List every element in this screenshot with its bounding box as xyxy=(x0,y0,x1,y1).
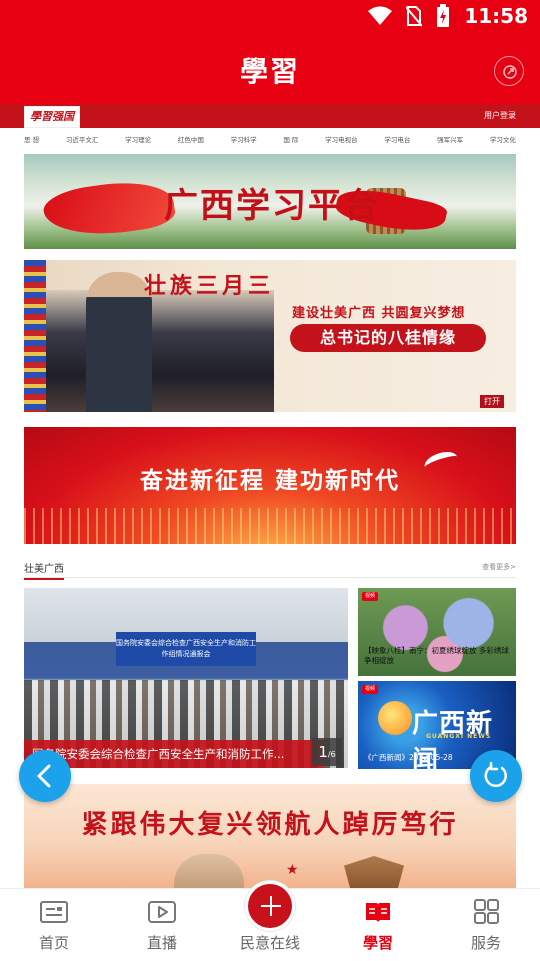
banner-zhuang-title: 壮族三月三 xyxy=(144,273,275,299)
tab-home[interactable]: 首页 xyxy=(0,889,108,961)
tab-label: 民意在线 xyxy=(239,934,300,952)
site-header: 學習强国 用户登录 xyxy=(0,104,540,128)
logo-subtext: GUANGXI NEWS xyxy=(426,733,492,740)
nav-item[interactable]: 国 际 xyxy=(283,134,298,148)
tab-study[interactable]: 學習 xyxy=(324,889,432,961)
share-button[interactable] xyxy=(494,56,524,86)
site-nav: 思 想 习近平文汇 学习理论 红色中国 学习科学 国 际 学习电视台 学习电台 … xyxy=(24,134,516,148)
banner-new-journey-title: 奋进新征程 建功新时代 xyxy=(139,468,400,494)
ethnic-pattern xyxy=(24,260,46,412)
nav-item[interactable]: 强军兴军 xyxy=(437,134,463,148)
refresh-button[interactable] xyxy=(470,750,522,802)
feature-carousel[interactable]: 国务院安委会综合检查广西安全生产和消防工作组情况通报会 国务院安委会综合检查广西… xyxy=(24,588,348,768)
banner-zhuang-subtitle: 建设壮美广西 共圆复兴梦想 xyxy=(292,306,466,321)
tab-label: 直播 xyxy=(146,934,177,952)
no-sim-icon xyxy=(406,6,423,27)
banner-guangxi-platform[interactable]: 广西学习平台 xyxy=(24,154,516,249)
speaker-figure xyxy=(86,272,152,412)
add-button[interactable] xyxy=(245,881,295,931)
pavilion-graphic xyxy=(344,856,404,888)
section-header: 壮美广西 查看更多> xyxy=(24,560,516,580)
carousel-counter: 1/6 xyxy=(312,738,342,766)
share-icon xyxy=(503,65,517,79)
play-icon xyxy=(148,901,176,923)
counter-current: 1 xyxy=(318,743,328,761)
banner-zhuang-festival[interactable]: 壮族三月三 建设壮美广西 共圆复兴梦想 总书记的八桂情缘 打开 xyxy=(24,260,516,412)
status-time: 11:58 xyxy=(464,4,528,28)
video-badge: 视频 xyxy=(362,592,378,601)
nav-item[interactable]: 红色中国 xyxy=(178,134,204,148)
meeting-screen-text: 国务院安委会综合检查广西安全生产和消防工作组情况通报会 xyxy=(116,632,256,666)
banner-follow-leader[interactable]: 紧跟伟大复兴领航人踔厉笃行 ★ xyxy=(24,784,516,888)
nav-item[interactable]: 学习理论 xyxy=(125,134,151,148)
tab-services[interactable]: 服务 xyxy=(432,889,540,961)
tab-label: 首页 xyxy=(38,934,69,952)
banner-open-tag[interactable]: 打开 xyxy=(480,395,504,408)
status-bar: 11:58 xyxy=(0,0,540,36)
tab-live[interactable]: 直播 xyxy=(108,889,216,961)
nav-item[interactable]: 学习电视台 xyxy=(325,134,358,148)
nav-item[interactable]: 学习科学 xyxy=(231,134,257,148)
nav-item[interactable]: 学习电台 xyxy=(384,134,410,148)
building-graphic xyxy=(174,854,244,888)
nav-item[interactable]: 习近平文汇 xyxy=(66,134,99,148)
wifi-icon xyxy=(368,6,393,25)
red-ribbon-graphic xyxy=(41,175,177,243)
book-icon xyxy=(366,903,390,922)
home-news-icon xyxy=(40,901,68,923)
nav-item[interactable]: 思 想 xyxy=(24,134,39,148)
view-more-link[interactable]: 查看更多> xyxy=(482,562,516,572)
feature-caption: 国务院安委会综合检查广西安全生产和消防工作... xyxy=(24,740,324,768)
video-badge: 视频 xyxy=(362,685,378,694)
card-caption: 《广西新闻》2022-05-28 xyxy=(364,753,453,762)
tab-label: 服务 xyxy=(470,934,501,952)
section-title: 壮美广西 xyxy=(24,560,64,580)
sparkle-decoration xyxy=(24,508,516,544)
refresh-icon xyxy=(484,762,507,788)
tab-label: 學習 xyxy=(362,934,393,952)
back-button[interactable] xyxy=(19,750,71,802)
status-icons: 11:58 xyxy=(368,4,528,28)
banner-zhuang-highlight: 总书记的八桂情缘 xyxy=(290,324,486,352)
site-logo[interactable]: 學習强国 xyxy=(24,106,80,128)
grid-icon xyxy=(474,899,499,924)
banner-new-journey[interactable]: 奋进新征程 建功新时代 xyxy=(24,427,516,544)
card-caption: 【映象八桂】南宁：初夏绣球绽放 多彩绣球争相绽放 xyxy=(364,646,509,665)
chevron-left-icon xyxy=(37,764,51,788)
user-login-link[interactable]: 用户登录 xyxy=(484,110,516,121)
banner-follow-leader-title: 紧跟伟大复兴领航人踔厉笃行 xyxy=(81,810,459,840)
page-title: 學習 xyxy=(239,55,300,88)
news-card-hydrangea[interactable]: 视频 【映象八桂】南宁：初夏绣球绽放 多彩绣球争相绽放 xyxy=(358,588,516,676)
globe-icon xyxy=(378,701,412,735)
banner-guangxi-title: 广西学习平台 xyxy=(164,186,380,226)
counter-total: /6 xyxy=(327,750,336,759)
nav-item[interactable]: 学习文化 xyxy=(490,134,516,148)
star-icon: ★ xyxy=(286,862,299,878)
battery-charging-icon xyxy=(437,4,450,27)
app-header: 學習 xyxy=(0,36,540,104)
